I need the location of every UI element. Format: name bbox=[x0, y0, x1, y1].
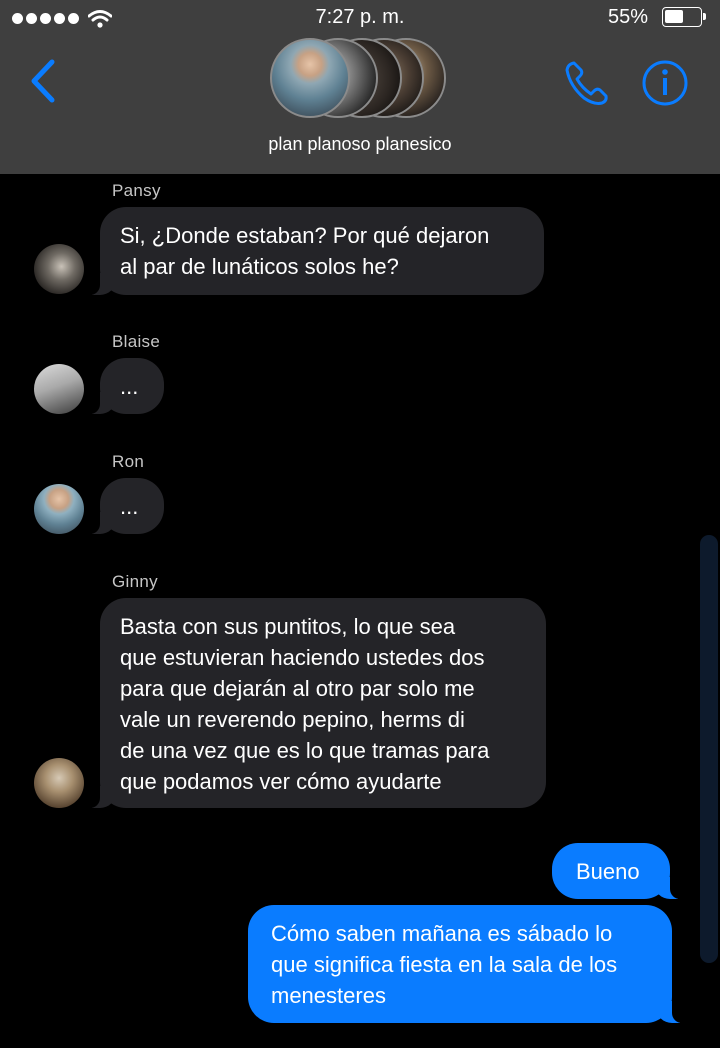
message-bubble-outgoing[interactable]: Bueno bbox=[552, 843, 684, 899]
avatar[interactable] bbox=[34, 244, 84, 294]
message-text: Bueno bbox=[576, 859, 640, 884]
phone-call-button[interactable] bbox=[562, 58, 612, 108]
status-bar: 7:27 p. m. 55% bbox=[0, 0, 720, 36]
message-text: Si, ¿Donde estaban? Por qué dejaron al p… bbox=[120, 223, 490, 279]
message-bubble[interactable]: ... bbox=[86, 358, 164, 414]
sender-name: Ron bbox=[112, 452, 145, 471]
info-button[interactable] bbox=[640, 58, 690, 108]
message-bubble[interactable]: Basta con sus puntitos, lo que sea que e… bbox=[86, 598, 546, 808]
scrollbar[interactable] bbox=[700, 535, 718, 963]
group-name[interactable]: plan planoso planesico bbox=[0, 134, 720, 155]
message-text: Cómo saben mañana es sábado lo que signi… bbox=[271, 921, 618, 1008]
back-button[interactable] bbox=[26, 58, 62, 104]
message-bubble[interactable]: ... bbox=[86, 478, 164, 534]
avatar[interactable] bbox=[34, 758, 84, 808]
avatar[interactable] bbox=[34, 364, 84, 414]
group-member-avatar bbox=[270, 38, 350, 118]
avatar[interactable] bbox=[34, 484, 84, 534]
message-text: Basta con sus puntitos, lo que sea que e… bbox=[120, 614, 490, 794]
sender-name: Pansy bbox=[112, 181, 161, 200]
message-text: ... bbox=[120, 374, 139, 399]
battery-icon bbox=[662, 7, 706, 27]
battery-percentage: 55% bbox=[607, 6, 648, 28]
chat-header: 7:27 p. m. 55% plan planoso planesico bbox=[0, 0, 720, 174]
sender-name: Blaise bbox=[112, 332, 161, 351]
group-avatar-stack[interactable] bbox=[270, 38, 460, 118]
message-bubble-outgoing[interactable]: Cómo saben mañana es sábado lo que signi… bbox=[248, 905, 686, 1023]
message-text: ... bbox=[120, 494, 139, 519]
message-bubble[interactable]: Si, ¿Donde estaban? Por qué dejaron al p… bbox=[86, 207, 544, 295]
sender-name: Ginny bbox=[112, 572, 158, 591]
